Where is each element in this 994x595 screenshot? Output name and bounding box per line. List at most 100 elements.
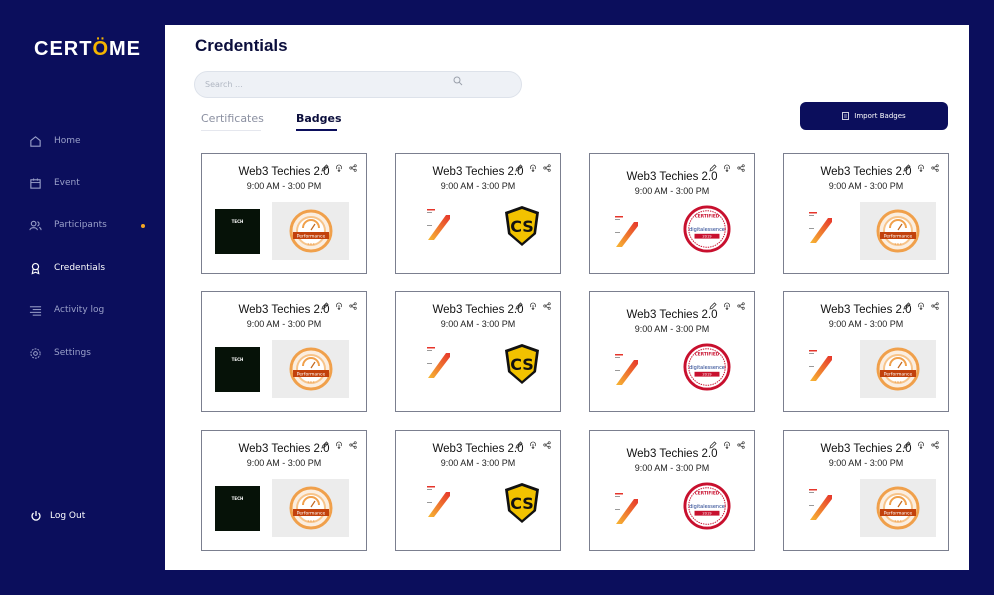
download-icon[interactable] [529, 295, 538, 311]
svg-text:★★★: ★★★ [894, 242, 902, 246]
sidebar-item-credentials[interactable]: Credentials [28, 261, 105, 275]
power-icon [31, 511, 41, 521]
cs-badge-text: CS [510, 217, 534, 236]
card-actions [321, 434, 358, 450]
edit-icon[interactable] [709, 434, 718, 449]
edit-icon[interactable] [709, 295, 718, 310]
svg-text:★★★: ★★★ [894, 380, 902, 384]
tab-badges[interactable]: Badges [296, 112, 342, 125]
card-title: Web3 Techies 2.0 [432, 304, 524, 316]
performance-badge-image: Performance ★★★ [860, 479, 936, 537]
card-time: 9:00 AM - 3:00 PM [634, 324, 710, 334]
card-title: Web3 Techies 2.0 [820, 443, 912, 455]
sidebar-item-home[interactable]: Home [28, 134, 81, 148]
tab-badges-underline [296, 129, 337, 131]
sidebar-item-settings[interactable]: Settings [28, 346, 91, 360]
share-icon[interactable] [349, 157, 358, 172]
tab-certificates[interactable]: Certificates [201, 112, 264, 125]
download-icon[interactable] [529, 434, 538, 450]
share-icon[interactable] [543, 295, 552, 310]
card-time: 9:00 AM - 3:00 PM [440, 458, 516, 468]
app-logo[interactable]: CERTÖME [34, 38, 141, 61]
badge-year-text: 2019 [702, 512, 712, 516]
edit-icon[interactable] [321, 157, 330, 172]
share-icon[interactable] [737, 434, 746, 449]
edit-icon[interactable] [321, 434, 330, 449]
card-time: 9:00 AM - 3:00 PM [440, 319, 516, 329]
card-actions [515, 434, 552, 450]
badge-card[interactable]: Web3 Techies 2.0 9:00 AM - 3:00 PM CERTIFI… [589, 153, 755, 274]
edit-icon[interactable] [515, 157, 524, 172]
badge-card[interactable]: Web3 Techies 2.0 9:00 AM - 3:00 PM CS [395, 291, 561, 412]
download-icon[interactable] [335, 157, 344, 173]
badge-card[interactable]: Web3 Techies 2.0 9:00 AM - 3:00 PM Perform… [783, 430, 949, 551]
logo-text-left: CERT [34, 38, 93, 60]
download-icon[interactable] [917, 157, 926, 173]
gear-icon [28, 346, 42, 360]
edit-icon[interactable] [709, 157, 718, 172]
card-title: Web3 Techies 2.0 [626, 309, 718, 321]
main-panel: Credentials Certificates Badges Import B… [165, 25, 969, 570]
badge-card[interactable]: Web3 Techies 2.0 9:00 AM - 3:00 PM CS [395, 430, 561, 551]
certified-text: CERTIFIED [695, 351, 720, 357]
download-icon[interactable] [723, 434, 732, 450]
download-icon[interactable] [723, 157, 732, 173]
brand-stripe-thumbnail [426, 484, 452, 522]
badge-card[interactable]: Web3 Techies 2.0 9:00 AM - 3:00 PM Perform… [783, 153, 949, 274]
download-icon[interactable] [917, 295, 926, 311]
logout-button[interactable]: Log Out [30, 510, 85, 522]
svg-text:★★★: ★★★ [894, 519, 902, 523]
badge-card[interactable]: Web3 Techies 2.0 9:00 AM - 3:00 PM TECH Per… [201, 153, 367, 274]
badge-card[interactable]: Web3 Techies 2.0 9:00 AM - 3:00 PM CS [395, 153, 561, 274]
card-title: Web3 Techies 2.0 [238, 166, 330, 178]
badge-card[interactable]: Web3 Techies 2.0 9:00 AM - 3:00 PM CERTIFI… [589, 430, 755, 551]
tech-thumbnail-text: TECH [231, 357, 244, 362]
edit-icon[interactable] [903, 434, 912, 449]
share-icon[interactable] [737, 295, 746, 310]
card-time: 9:00 AM - 3:00 PM [634, 463, 710, 473]
edit-icon[interactable] [321, 295, 330, 310]
badge-card[interactable]: Web3 Techies 2.0 9:00 AM - 3:00 PM Perform… [783, 291, 949, 412]
digitalessence-badge-image: CERTIFIED digitalessence 2019 [683, 205, 731, 257]
edit-icon[interactable] [903, 295, 912, 310]
card-time: 9:00 AM - 3:00 PM [828, 319, 904, 329]
search-bar[interactable] [194, 71, 522, 98]
download-icon[interactable] [723, 295, 732, 311]
sidebar-item-participants[interactable]: Participants [28, 218, 107, 232]
edit-icon[interactable] [903, 157, 912, 172]
share-icon[interactable] [543, 157, 552, 172]
edit-icon[interactable] [515, 434, 524, 449]
card-time: 9:00 AM - 3:00 PM [634, 186, 710, 196]
card-actions [903, 157, 940, 173]
brand-stripe-thumbnail [614, 352, 640, 390]
sidebar-item-event[interactable]: Event [28, 176, 80, 190]
digitalessence-text: digitalessence [689, 365, 725, 371]
download-icon[interactable] [335, 295, 344, 311]
search-icon[interactable] [453, 76, 463, 86]
badge-card[interactable]: Web3 Techies 2.0 9:00 AM - 3:00 PM TECH Per… [201, 291, 367, 412]
users-icon [28, 218, 42, 232]
tech-certificate-thumbnail: TECH [215, 209, 260, 254]
share-icon[interactable] [349, 434, 358, 449]
card-title: Web3 Techies 2.0 [626, 171, 718, 183]
edit-icon[interactable] [515, 295, 524, 310]
badge-card[interactable]: Web3 Techies 2.0 9:00 AM - 3:00 PM TECH Per… [201, 430, 367, 551]
card-time: 9:00 AM - 3:00 PM [246, 181, 322, 191]
search-input[interactable] [195, 72, 435, 97]
badge-card[interactable]: Web3 Techies 2.0 9:00 AM - 3:00 PM CERTIFI… [589, 291, 755, 412]
share-icon[interactable] [737, 157, 746, 172]
digitalessence-text: digitalessence [689, 504, 725, 510]
share-icon[interactable] [349, 295, 358, 310]
share-icon[interactable] [931, 157, 940, 172]
share-icon[interactable] [543, 434, 552, 449]
share-icon[interactable] [931, 295, 940, 310]
download-icon[interactable] [335, 434, 344, 450]
import-badges-button[interactable]: Import Badges [800, 102, 948, 130]
download-icon[interactable] [529, 157, 538, 173]
list-icon [28, 303, 42, 317]
download-icon[interactable] [917, 434, 926, 450]
card-title: Web3 Techies 2.0 [238, 443, 330, 455]
performance-badge-image: Performance ★★★ [272, 202, 349, 260]
share-icon[interactable] [931, 434, 940, 449]
sidebar-item-activity-log[interactable]: Activity log [28, 303, 104, 317]
